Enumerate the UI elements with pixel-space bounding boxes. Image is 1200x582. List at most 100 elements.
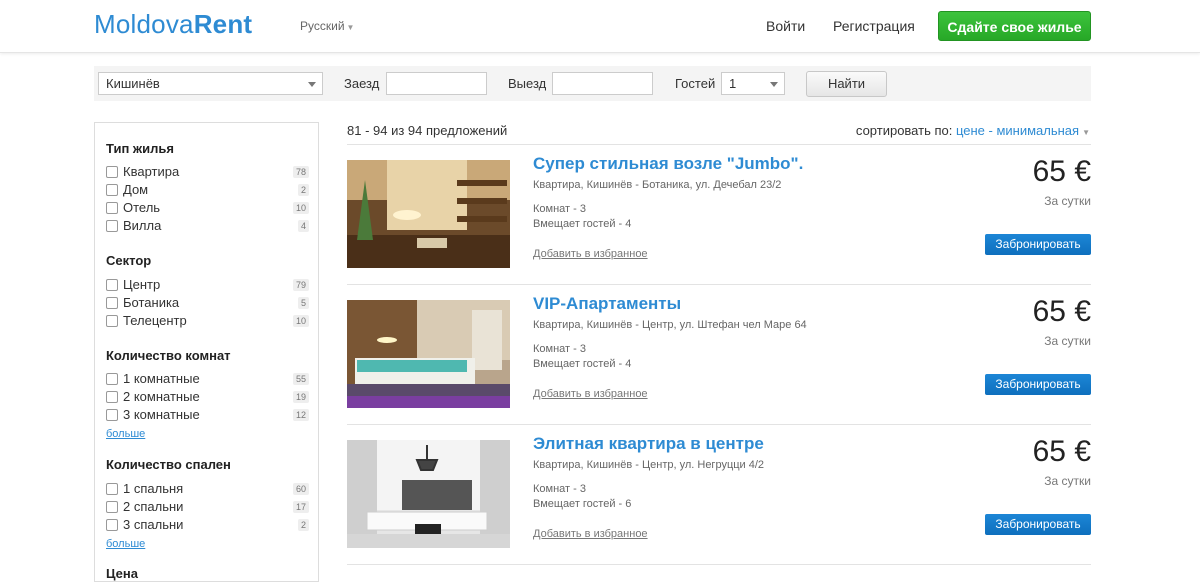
find-button[interactable]: Найти xyxy=(806,71,887,97)
dropdown-arrow-icon xyxy=(308,82,316,87)
listing-price: 65 € xyxy=(1032,295,1091,328)
filter-item[interactable]: 1 комнатные 55 xyxy=(106,370,309,388)
sort-label: сортировать по: xyxy=(855,123,953,138)
add-to-favorites-link[interactable]: Добавить в избранное xyxy=(533,528,648,540)
book-button[interactable]: Забронировать xyxy=(985,234,1091,255)
listing-card: Элитная квартира в центре Квартира, Киши… xyxy=(347,434,1091,548)
language-label: Русский xyxy=(300,19,345,33)
checkbox[interactable] xyxy=(106,483,118,495)
dropdown-arrow-icon xyxy=(770,82,778,87)
filter-count: 78 xyxy=(292,166,309,178)
filter-label: 2 спальни xyxy=(123,499,184,514)
listing-title[interactable]: Элитная квартира в центре xyxy=(533,434,764,454)
listing-title[interactable]: VIP-Апартаменты xyxy=(533,294,681,314)
filter-item[interactable]: 3 комнатные 12 xyxy=(106,406,309,424)
filter-title-price: Цена xyxy=(106,566,138,581)
filter-label: 2 комнатные xyxy=(123,389,200,404)
filter-item[interactable]: Квартира 78 xyxy=(106,163,309,181)
checkbox[interactable] xyxy=(106,373,118,385)
filter-item[interactable]: 1 спальня 60 xyxy=(106,480,309,498)
listing-photo[interactable] xyxy=(347,300,510,408)
listing-price: 65 € xyxy=(1032,155,1091,188)
filter-count: 19 xyxy=(292,391,309,403)
bedrooms-more-link[interactable]: больше xyxy=(106,538,145,550)
divider xyxy=(347,284,1091,285)
rooms-more-link[interactable]: больше xyxy=(106,428,145,440)
filter-count: 17 xyxy=(292,501,309,513)
search-bar: Кишинёв Заезд Выезд Гостей 1 Найти xyxy=(94,66,1091,101)
add-to-favorites-link[interactable]: Добавить в избранное xyxy=(533,248,648,260)
filter-item[interactable]: 3 спальни 2 xyxy=(106,516,309,534)
checkbox[interactable] xyxy=(106,391,118,403)
top-header: MoldovaRent Русский ▼ Войти Регистрация С… xyxy=(0,0,1200,53)
filter-count: 10 xyxy=(292,315,309,327)
filter-item[interactable]: 2 комнатные 19 xyxy=(106,388,309,406)
filter-label: Дом xyxy=(123,182,149,197)
filter-label: 3 спальни xyxy=(123,517,184,532)
chevron-down-icon: ▼ xyxy=(346,23,355,32)
filter-item[interactable]: 2 спальни 17 xyxy=(106,498,309,516)
filter-title-sector: Сектор xyxy=(106,253,152,268)
checkbox[interactable] xyxy=(106,279,118,291)
listing-card: Супер стильная возле "Jumbo". Квартира, … xyxy=(347,154,1091,268)
checkin-input[interactable] xyxy=(386,72,487,95)
checkbox[interactable] xyxy=(106,166,118,178)
checkout-input[interactable] xyxy=(552,72,653,95)
filter-label: Центр xyxy=(123,277,161,292)
price-period: За сутки xyxy=(1044,474,1091,488)
language-selector[interactable]: Русский ▼ xyxy=(300,19,354,33)
city-select[interactable]: Кишинёв xyxy=(98,72,323,95)
checkout-label: Выезд xyxy=(508,76,547,91)
checkbox[interactable] xyxy=(106,315,118,327)
price-period: За сутки xyxy=(1044,194,1091,208)
filter-item[interactable]: Ботаника 5 xyxy=(106,294,309,312)
listing-photo[interactable] xyxy=(347,440,510,548)
divider xyxy=(347,144,1091,145)
filter-count: 55 xyxy=(292,373,309,385)
listing-title[interactable]: Супер стильная возле "Jumbo". xyxy=(533,154,803,174)
listing-rooms: Комнат - 3 xyxy=(533,483,586,495)
filter-label: 1 спальня xyxy=(123,481,184,496)
checkbox[interactable] xyxy=(106,409,118,421)
results-count: 81 - 94 из 94 предложений xyxy=(347,123,508,138)
filter-label: Вилла xyxy=(123,218,162,233)
filter-count: 5 xyxy=(297,297,309,309)
checkbox[interactable] xyxy=(106,220,118,232)
filter-item[interactable]: Дом 2 xyxy=(106,181,309,199)
filter-label: Телецентр xyxy=(123,313,187,328)
chevron-down-icon: ▼ xyxy=(1082,128,1090,137)
filter-label: 1 комнатные xyxy=(123,371,200,386)
filter-count: 79 xyxy=(292,279,309,291)
filter-label: Квартира xyxy=(123,164,180,179)
listing-rooms: Комнат - 3 xyxy=(533,343,586,355)
filters-sidebar: Тип жилья Квартира 78 Дом 2 Отель 10 Вилла 4… xyxy=(94,122,319,582)
filter-item[interactable]: Центр 79 xyxy=(106,276,309,294)
listing-address: Квартира, Кишинёв - Ботаника, ул. Дечеба… xyxy=(533,179,782,191)
checkin-label: Заезд xyxy=(344,76,380,91)
login-link[interactable]: Войти xyxy=(766,18,805,34)
checkbox[interactable] xyxy=(106,202,118,214)
book-button[interactable]: Забронировать xyxy=(985,514,1091,535)
listing-photo[interactable] xyxy=(347,160,510,268)
checkbox[interactable] xyxy=(106,519,118,531)
checkbox[interactable] xyxy=(106,501,118,513)
listing-guests: Вмещает гостей - 4 xyxy=(533,358,632,370)
filter-count: 2 xyxy=(297,184,309,196)
filter-title-type: Тип жилья xyxy=(106,141,174,156)
list-property-button[interactable]: Сдайте свое жилье xyxy=(938,11,1091,41)
checkbox[interactable] xyxy=(106,184,118,196)
guests-select[interactable]: 1 xyxy=(721,72,785,95)
site-logo[interactable]: MoldovaRent xyxy=(94,9,252,40)
filter-item[interactable]: Вилла 4 xyxy=(106,217,309,235)
book-button[interactable]: Забронировать xyxy=(985,374,1091,395)
checkbox[interactable] xyxy=(106,297,118,309)
filter-item[interactable]: Телецентр 10 xyxy=(106,312,309,330)
add-to-favorites-link[interactable]: Добавить в избранное xyxy=(533,388,648,400)
filter-title-rooms: Количество комнат xyxy=(106,348,231,363)
filter-item[interactable]: Отель 10 xyxy=(106,199,309,217)
register-link[interactable]: Регистрация xyxy=(833,18,915,34)
filter-count: 2 xyxy=(297,519,309,531)
sort-control[interactable]: сортировать по: цене - минимальная ▼ xyxy=(856,123,1090,138)
guests-select-value: 1 xyxy=(729,76,737,91)
sort-value[interactable]: цене - минимальная xyxy=(956,123,1079,138)
